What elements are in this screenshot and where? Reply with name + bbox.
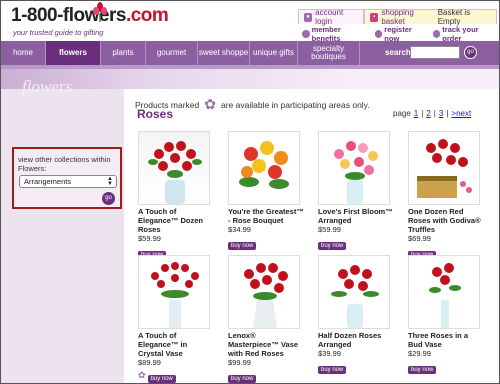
buy-now-button[interactable]: buy now: [318, 242, 347, 250]
product-image[interactable]: [318, 131, 390, 205]
search-input[interactable]: [410, 46, 460, 59]
category-title: flowers: [22, 77, 73, 96]
basket-icon: ▪: [370, 12, 379, 22]
search-go-button[interactable]: go: [464, 46, 477, 59]
participating-areas-icon: ✿: [204, 96, 216, 112]
product-price: $59.99: [318, 225, 341, 234]
next-page-link[interactable]: >next: [451, 109, 471, 118]
crystal-vase-roses-image: [151, 262, 199, 328]
account-login-link[interactable]: ● account login: [298, 8, 364, 26]
collections-box: view other collections within Flowers: A…: [12, 147, 122, 209]
main-nav: home flowers plants gourmet sweet shoppe…: [1, 41, 499, 65]
collections-select[interactable]: Arrangements ▲ ▼: [19, 175, 117, 188]
shopping-basket-label: shopping basket: [381, 8, 414, 26]
half-dozen-roses-image: [331, 265, 379, 328]
nav-gourmet[interactable]: gourmet: [146, 41, 198, 65]
product-name[interactable]: A Touch of Elegance™ Dozen Roses: [138, 207, 214, 234]
page-1-link[interactable]: 1: [414, 109, 418, 118]
product-card: A Touch of Elegance™ in Crystal Vase $89…: [138, 255, 214, 383]
product-card: Three Roses in a Bud Vase $29.99 buy now: [408, 255, 484, 376]
buy-now-button[interactable]: buy now: [408, 366, 437, 374]
page-3-link[interactable]: 3: [439, 109, 443, 118]
product-name[interactable]: Three Roses in a Bud Vase: [408, 331, 484, 349]
nav-home[interactable]: home: [1, 41, 46, 65]
basket-status: Basket is Empty: [437, 8, 471, 26]
product-image[interactable]: [228, 131, 300, 205]
pager-label: page: [393, 109, 411, 118]
product-name[interactable]: Half Dozen Roses Arranged: [318, 331, 394, 349]
product-image[interactable]: [408, 255, 480, 329]
roses-vase-image: [148, 141, 202, 204]
product-image[interactable]: [408, 131, 480, 205]
tagline: your trusted guide to gifting: [13, 28, 104, 37]
collections-select-value: Arrangements: [24, 177, 72, 186]
product-name[interactable]: You're the Greatest™ - Rose Bouquet: [228, 207, 304, 225]
mixed-roses-image: [239, 141, 289, 189]
product-price: $99.99: [228, 358, 251, 367]
lenox-vase-image: [244, 263, 288, 328]
page-2-link[interactable]: 2: [426, 109, 430, 118]
product-name[interactable]: A Touch of Elegance™ in Crystal Vase: [138, 331, 214, 358]
product-price: $29.99: [408, 349, 431, 358]
product-price: $34.99: [228, 225, 251, 234]
bud-vase-image: [429, 263, 461, 328]
product-card: You're the Greatest™ - Rose Bouquet $34.…: [228, 131, 304, 252]
roses-truffles-image: [417, 139, 472, 198]
account-icon: ●: [304, 12, 313, 22]
product-name[interactable]: One Dozen Red Roses with Godiva® Truffle…: [408, 207, 484, 234]
product-name[interactable]: Lenox® Masterpiece™ Vase with Red Roses: [228, 331, 304, 358]
register-icon: [374, 30, 383, 38]
track-order-icon: [432, 30, 441, 38]
product-image[interactable]: [138, 255, 210, 329]
page-frame: 1-800-flowers.com your trusted guide to …: [0, 0, 500, 384]
pink-roses-image: [334, 141, 378, 204]
nav-specialty-boutiques[interactable]: specialty boutiques: [298, 41, 360, 65]
product-card: Love's First Bloom™ Arranged $59.99 buy …: [318, 131, 394, 252]
product-image[interactable]: [228, 255, 300, 329]
collections-label: view other collections within Flowers:: [18, 155, 111, 173]
shopping-basket-link[interactable]: ▪ shopping basket Basket is Empty: [364, 8, 497, 26]
nav-sweet-shoppe[interactable]: sweet shoppe: [198, 41, 250, 65]
account-login-label: account login: [315, 8, 344, 26]
header: 1-800-flowers.com your trusted guide to …: [1, 1, 499, 43]
notice-text-after: are available in participating areas onl…: [220, 99, 370, 110]
buy-now-button[interactable]: buy now: [318, 366, 347, 374]
select-arrows-icon: ▲ ▼: [107, 176, 113, 187]
participating-areas-icon: ✿: [138, 370, 146, 381]
logo-suffix: .com: [125, 5, 169, 26]
buy-now-button[interactable]: buy now: [228, 242, 257, 250]
utility-links: member benefits register now track your …: [298, 25, 497, 43]
category-banner: [1, 69, 499, 89]
section-title: Roses: [137, 107, 174, 121]
buy-now-button[interactable]: buy now: [147, 375, 176, 383]
product-price: $89.99: [138, 358, 161, 367]
product-card: A Touch of Elegance™ Dozen Roses $59.99 …: [138, 131, 214, 261]
collections-go-button[interactable]: go: [102, 192, 115, 205]
nav-plants[interactable]: plants: [101, 41, 146, 65]
product-image[interactable]: [138, 131, 210, 205]
product-price: $69.99: [408, 234, 431, 243]
product-card: Half Dozen Roses Arranged $39.99 buy now: [318, 255, 394, 376]
sidebar: [1, 89, 124, 383]
nav-unique-gifts[interactable]: unique gifts: [250, 41, 298, 65]
product-card: One Dozen Red Roses with Godiva® Truffle…: [408, 131, 484, 261]
product-price: $59.99: [138, 234, 161, 243]
buy-now-button[interactable]: buy now: [228, 375, 257, 383]
product-name[interactable]: Love's First Bloom™ Arranged: [318, 207, 394, 225]
product-card: Lenox® Masterpiece™ Vase with Red Roses …: [228, 255, 304, 383]
pagination: page 1 | 2 | 3 | >next: [393, 109, 472, 118]
member-benefits-icon: [302, 30, 310, 38]
site-logo[interactable]: 1-800-flowers.com: [11, 2, 169, 27]
logo-flower-icon: [93, 2, 107, 22]
nav-flowers[interactable]: flowers: [46, 41, 101, 65]
product-image[interactable]: [318, 255, 390, 329]
product-price: $39.99: [318, 349, 341, 358]
